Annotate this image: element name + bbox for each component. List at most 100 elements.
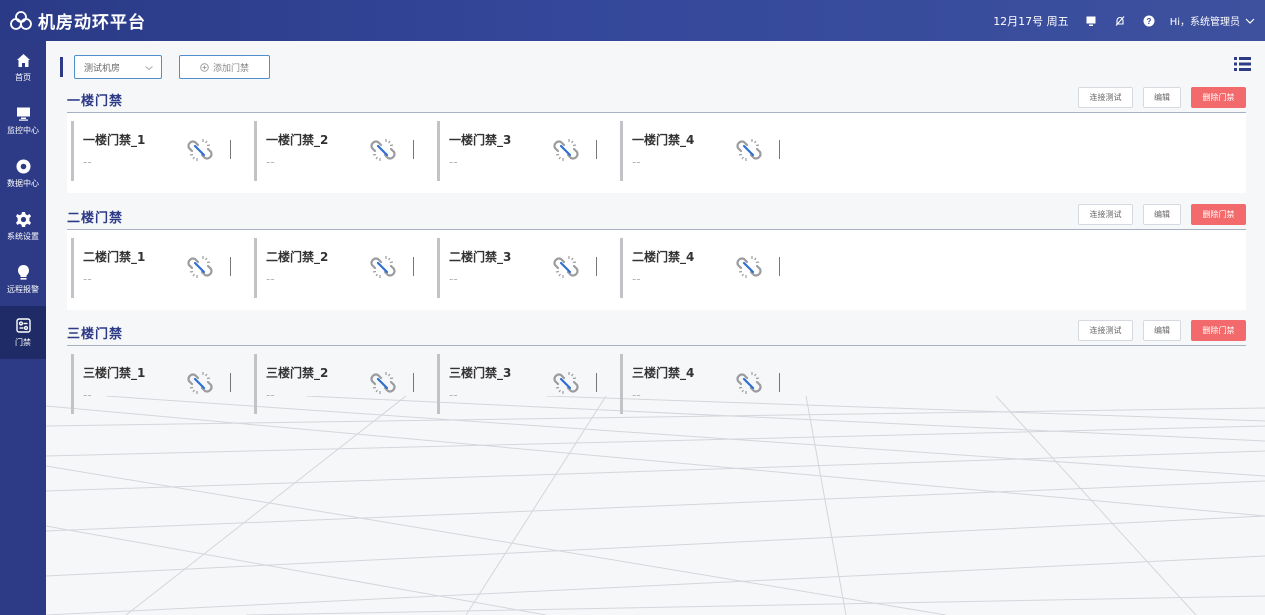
top-bar: 机房动环平台 12月17号 周五 ? Hi，系统管理员 xyxy=(0,0,1265,41)
app-logo: 机房动环平台 xyxy=(0,8,146,33)
door-status: -- xyxy=(266,388,275,402)
sidebar-item-settings[interactable]: 系统设置 xyxy=(0,200,46,253)
alarm-icon xyxy=(17,265,29,280)
disconnected-link-icon xyxy=(187,372,213,394)
section-title: 一楼门禁 xyxy=(67,94,124,109)
door-status: -- xyxy=(632,272,641,286)
door-name: 一楼门禁_1 xyxy=(83,133,146,147)
sidebar: 首页 监控中心 数据中心 系统设置 远程报警 门禁 xyxy=(0,41,46,615)
disconnected-link-icon xyxy=(370,256,396,278)
list-view-icon[interactable] xyxy=(1234,56,1251,72)
edit-button[interactable]: 编辑 xyxy=(1143,204,1181,225)
section-title: 二楼门禁 xyxy=(67,211,124,226)
door-status: -- xyxy=(83,272,92,286)
connection-test-button[interactable]: 连接测试 xyxy=(1078,320,1133,341)
door-card[interactable]: 三楼门禁_3 -- xyxy=(433,352,616,414)
door-card[interactable]: 一楼门禁_1 -- xyxy=(67,119,250,181)
door-name: 一楼门禁_2 xyxy=(266,133,329,147)
door-status: -- xyxy=(632,388,641,402)
door-card[interactable]: 三楼门禁_4 -- xyxy=(616,352,799,414)
door-name: 二楼门禁_4 xyxy=(632,250,695,264)
door-status: -- xyxy=(266,272,275,286)
door-status: -- xyxy=(449,155,458,169)
edit-button[interactable]: 编辑 xyxy=(1143,320,1181,341)
disconnected-link-icon xyxy=(187,139,213,161)
date-display: 12月17号 周五 xyxy=(993,14,1069,28)
data-icon xyxy=(16,159,30,174)
sidebar-item-label: 系统设置 xyxy=(7,232,39,241)
sidebar-item-alarm[interactable]: 远程报警 xyxy=(0,253,46,306)
sidebar-item-data[interactable]: 数据中心 xyxy=(0,147,46,200)
disconnected-link-icon xyxy=(553,256,579,278)
door-name: 三楼门禁_1 xyxy=(83,366,146,380)
door-status: -- xyxy=(83,155,92,169)
door-card[interactable]: 三楼门禁_2 -- xyxy=(250,352,433,414)
disconnected-link-icon xyxy=(187,256,213,278)
disconnected-link-icon xyxy=(553,372,579,394)
disconnected-link-icon xyxy=(370,139,396,161)
door-section: 二楼门禁 连接测试 编辑 删除门禁 二楼门禁_1 -- 二楼门禁_2 -- 二楼门禁… xyxy=(67,204,1246,310)
door-name: 三楼门禁_3 xyxy=(449,366,512,380)
toolbar-marker xyxy=(60,57,63,77)
sidebar-item-label: 远程报警 xyxy=(7,285,39,294)
door-status: -- xyxy=(449,272,458,286)
chevron-down-icon xyxy=(145,66,153,71)
bell-off-icon[interactable] xyxy=(1112,13,1128,29)
monitor-icon xyxy=(16,107,30,121)
app-title: 机房动环平台 xyxy=(38,13,146,33)
delete-door-button[interactable]: 删除门禁 xyxy=(1191,204,1246,225)
cloud-logo-icon xyxy=(10,10,32,30)
door-name: 二楼门禁_2 xyxy=(266,250,329,264)
main-content: 测试机房 添加门禁 一楼门禁 连接测试 编辑 删除门禁 一楼门禁_1 -- 一楼门… xyxy=(46,41,1265,615)
door-card[interactable]: 一楼门禁_4 -- xyxy=(616,119,799,181)
plus-circle-icon xyxy=(200,62,209,72)
door-card[interactable]: 二楼门禁_3 -- xyxy=(433,236,616,298)
door-name: 三楼门禁_4 xyxy=(632,366,695,380)
sidebar-item-home[interactable]: 首页 xyxy=(0,41,46,94)
sidebar-item-label: 首页 xyxy=(15,73,31,82)
connection-test-button[interactable]: 连接测试 xyxy=(1078,87,1133,108)
user-greeting: Hi，系统管理员 xyxy=(1169,17,1240,28)
edit-button[interactable]: 编辑 xyxy=(1143,87,1181,108)
door-card[interactable]: 二楼门禁_1 -- xyxy=(67,236,250,298)
disconnected-link-icon xyxy=(736,139,762,161)
user-menu[interactable]: Hi，系统管理员 xyxy=(1170,13,1255,28)
room-select-value: 测试机房 xyxy=(84,63,121,74)
section-title: 三楼门禁 xyxy=(67,327,124,342)
door-card[interactable]: 一楼门禁_3 -- xyxy=(433,119,616,181)
svg-text:?: ? xyxy=(1146,17,1151,26)
door-name: 二楼门禁_1 xyxy=(83,250,146,264)
sidebar-item-label: 数据中心 xyxy=(7,179,39,188)
door-card[interactable]: 二楼门禁_4 -- xyxy=(616,236,799,298)
door-status: -- xyxy=(266,155,275,169)
gear-icon xyxy=(15,212,31,227)
disconnected-link-icon xyxy=(553,139,579,161)
home-icon xyxy=(16,54,30,67)
sidebar-item-door[interactable]: 门禁 xyxy=(0,306,46,359)
add-door-button[interactable]: 添加门禁 xyxy=(179,55,270,79)
door-name: 二楼门禁_3 xyxy=(449,250,512,264)
connection-test-button[interactable]: 连接测试 xyxy=(1078,204,1133,225)
floor-grid-background xyxy=(46,396,1265,615)
door-name: 一楼门禁_4 xyxy=(632,133,695,147)
disconnected-link-icon xyxy=(736,256,762,278)
sidebar-item-monitor[interactable]: 监控中心 xyxy=(0,94,46,147)
disconnected-link-icon xyxy=(736,372,762,394)
delete-door-button[interactable]: 删除门禁 xyxy=(1191,87,1246,108)
door-name: 一楼门禁_3 xyxy=(449,133,512,147)
door-section: 三楼门禁 连接测试 编辑 删除门禁 三楼门禁_1 -- 三楼门禁_2 -- 三楼门禁… xyxy=(67,320,1246,426)
help-icon[interactable]: ? xyxy=(1141,13,1157,29)
door-card[interactable]: 二楼门禁_2 -- xyxy=(250,236,433,298)
door-name: 三楼门禁_2 xyxy=(266,366,329,380)
disconnected-link-icon xyxy=(370,372,396,394)
door-status: -- xyxy=(632,155,641,169)
door-card[interactable]: 一楼门禁_2 -- xyxy=(250,119,433,181)
screen-icon[interactable] xyxy=(1083,13,1099,29)
sidebar-item-label: 门禁 xyxy=(15,338,31,347)
room-select[interactable]: 测试机房 xyxy=(74,55,162,79)
door-section: 一楼门禁 连接测试 编辑 删除门禁 一楼门禁_1 -- 一楼门禁_2 -- 一楼门禁… xyxy=(67,87,1246,193)
delete-door-button[interactable]: 删除门禁 xyxy=(1191,320,1246,341)
chevron-down-icon xyxy=(1245,18,1255,24)
door-card[interactable]: 三楼门禁_1 -- xyxy=(67,352,250,414)
door-icon xyxy=(15,318,31,333)
